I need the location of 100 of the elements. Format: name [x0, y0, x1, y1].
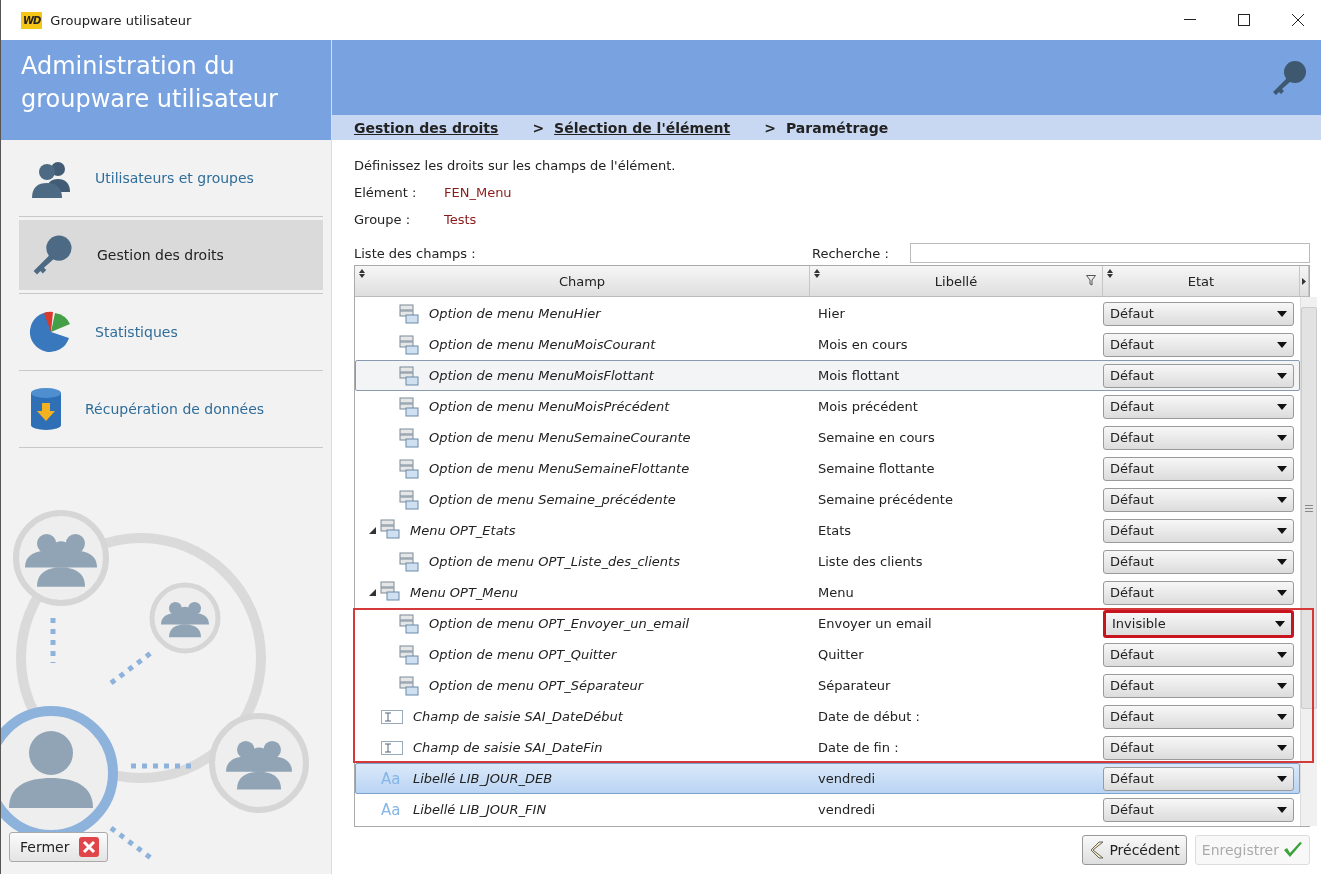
- column-header[interactable]: Champ: [355, 266, 810, 296]
- close-button[interactable]: Fermer: [9, 832, 109, 862]
- breadcrumb-link[interactable]: Gestion des droits: [354, 119, 499, 136]
- menu-item-icon: [380, 581, 400, 601]
- filter-icon[interactable]: [1086, 275, 1096, 286]
- sidebar-item[interactable]: Statistiques: [19, 297, 323, 367]
- caret-icon: [1277, 310, 1287, 317]
- menu-item-icon: [399, 365, 419, 386]
- close-icon: [1292, 14, 1304, 26]
- state-dropdown[interactable]: Défaut: [1103, 704, 1294, 729]
- caret-icon: [1277, 806, 1287, 813]
- scrollbar[interactable]: [1300, 297, 1317, 826]
- caret-icon: [1277, 527, 1287, 534]
- caret-icon: [1277, 496, 1287, 503]
- grip-icon: [1305, 504, 1313, 512]
- back-button[interactable]: Précédent: [1082, 835, 1187, 865]
- table-cell-text: vendredi: [817, 771, 877, 786]
- table-cell: Option de menu MenuMoisPrécédent: [429, 399, 670, 414]
- table-cell: Option de menu OPT_Envoyer_un_email: [429, 616, 690, 631]
- sidebar-item[interactable]: Gestion des droits: [19, 220, 323, 290]
- minimize-icon: [1184, 19, 1196, 21]
- field-label: Elément :: [354, 184, 418, 202]
- table-cell-text: Liste des clients: [817, 554, 924, 569]
- table-cell-text: Semaine précédente: [817, 492, 954, 507]
- state-dropdown[interactable]: Défaut: [1103, 766, 1294, 791]
- menu-item-icon: [399, 551, 419, 572]
- menu-item-icon: [399, 396, 419, 417]
- caret-icon: [1275, 620, 1285, 627]
- close-icon: [79, 837, 100, 857]
- state-dropdown[interactable]: Défaut: [1103, 797, 1294, 822]
- table-cell: Champ de saisie SAI_DateFin: [413, 740, 603, 755]
- table-cell-text: Date de fin :: [817, 740, 900, 755]
- table-cell-text: Date de début :: [817, 709, 921, 724]
- table-cell-text: Semaine en cours: [817, 430, 936, 445]
- column-scroll-button[interactable]: [1300, 266, 1309, 296]
- table-cell: Option de menu OPT_Quitter: [429, 647, 617, 662]
- table-cell: Option de menu MenuHier: [429, 306, 601, 321]
- search-field[interactable]: [910, 243, 1310, 263]
- table-cell: Option de menu MenuMoisFlottant: [429, 368, 654, 383]
- sidebar-item[interactable]: Utilisateurs et groupes: [19, 143, 323, 213]
- table-cell: Option de menu MenuMoisCourant: [429, 337, 656, 352]
- pie-chart-icon: [29, 310, 73, 354]
- breadcrumb-current: Paramétrage: [786, 119, 889, 136]
- sort-icon[interactable]: [1107, 269, 1113, 278]
- table-cell: Libellé LIB_JOUR_FIN: [413, 802, 547, 817]
- menu-item-icon: [399, 613, 419, 634]
- app-logo: WD: [21, 11, 43, 29]
- sort-icon[interactable]: [814, 269, 820, 278]
- breadcrumb-link[interactable]: Sélection de l'élément: [554, 119, 731, 136]
- state-dropdown[interactable]: Défaut: [1103, 518, 1294, 543]
- state-dropdown[interactable]: Défaut: [1103, 673, 1294, 698]
- table-cell-text: Séparateur: [817, 678, 892, 693]
- table-cell: Libellé LIB_JOUR_DEB: [413, 771, 553, 786]
- table-cell: Menu OPT_Menu: [410, 585, 519, 600]
- caret-icon: [1277, 341, 1287, 348]
- expand-triangle-icon[interactable]: [369, 589, 376, 596]
- table-cell: Option de menu MenuSemaineFlottante: [429, 461, 690, 476]
- sidebar-item[interactable]: Récupération de données: [19, 374, 323, 444]
- state-dropdown[interactable]: Défaut: [1103, 301, 1294, 326]
- menu-item-icon: [399, 458, 419, 479]
- column-header[interactable]: Libellé: [810, 266, 1103, 296]
- expand-triangle-icon[interactable]: [369, 527, 376, 534]
- table-cell-text: Semaine flottante: [817, 461, 936, 476]
- caret-icon: [1277, 682, 1287, 689]
- state-dropdown[interactable]: Défaut: [1103, 394, 1294, 419]
- caret-icon: [1277, 558, 1287, 565]
- state-dropdown[interactable]: Défaut: [1103, 642, 1294, 667]
- caret-icon: [1277, 651, 1287, 658]
- breadcrumb-separator: >: [532, 119, 545, 136]
- maximize-icon: [1238, 14, 1250, 26]
- list-label: Liste des champs :: [354, 245, 477, 261]
- table-cell-text: Mois en cours: [817, 337, 909, 352]
- state-dropdown[interactable]: Défaut: [1103, 456, 1294, 481]
- menu-item-icon: [399, 675, 419, 696]
- menu-item-icon: [380, 519, 400, 539]
- state-dropdown[interactable]: Invisible: [1103, 609, 1294, 638]
- state-dropdown[interactable]: Défaut: [1103, 425, 1294, 450]
- caret-icon: [1277, 372, 1287, 379]
- chevron-left-icon: [1089, 840, 1106, 860]
- sort-icon[interactable]: [359, 269, 365, 278]
- app-heading: groupware utilisateur: [21, 84, 279, 115]
- app-heading: Administration du: [21, 51, 236, 82]
- state-dropdown[interactable]: Défaut: [1103, 332, 1294, 357]
- text-field-icon: [381, 740, 403, 755]
- table-cell-text: Envoyer un email: [817, 616, 933, 631]
- table-cell: Option de menu Semaine_précédente: [429, 492, 676, 507]
- menu-item-icon: [399, 644, 419, 665]
- text-field-icon: [381, 709, 403, 724]
- state-dropdown[interactable]: Défaut: [1103, 735, 1294, 760]
- state-dropdown[interactable]: Défaut: [1103, 580, 1294, 605]
- window-title: Groupware utilisateur: [50, 12, 193, 28]
- table-cell-text: Quitter: [817, 647, 865, 662]
- caret-icon: [1277, 465, 1287, 472]
- column-header[interactable]: Etat: [1103, 266, 1300, 296]
- state-dropdown[interactable]: Défaut: [1103, 549, 1294, 574]
- table-cell-text: Mois précédent: [817, 399, 919, 414]
- table-cell-text: Hier: [817, 306, 846, 321]
- state-dropdown[interactable]: Défaut: [1103, 487, 1294, 512]
- state-dropdown[interactable]: Défaut: [1103, 363, 1294, 388]
- checkmark-icon: [1283, 841, 1303, 859]
